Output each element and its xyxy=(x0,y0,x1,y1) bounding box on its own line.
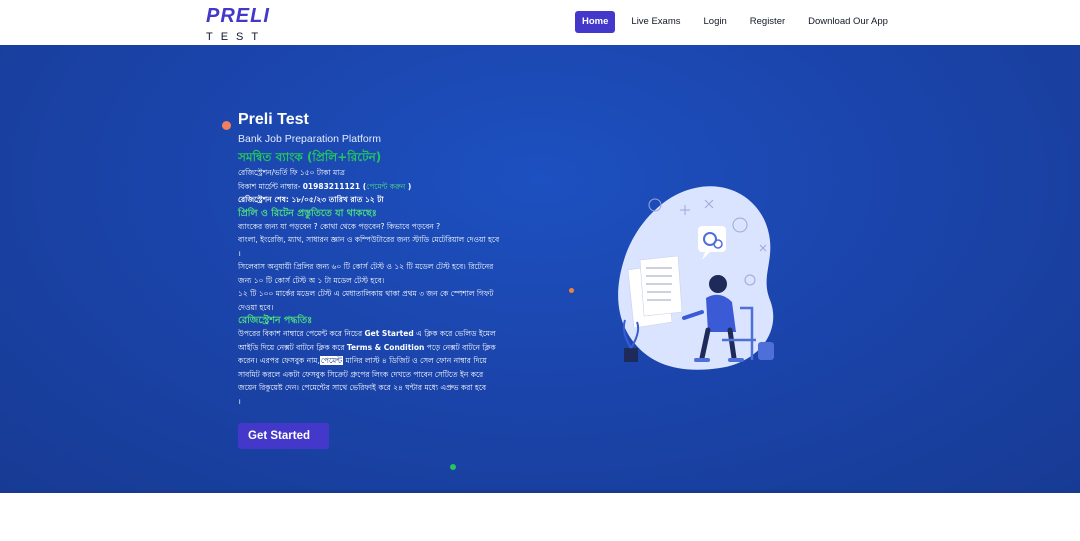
nav-home[interactable]: Home xyxy=(575,11,616,33)
includes-line: বাংলা, ইংরেজি, ম্যাথ, সাধারন জ্ঞান ও কম্… xyxy=(238,235,500,244)
deadline-line: রেজিস্ট্রেশন শেষ: ১৮/০৫/২৩ তারিখ রাত ১২ … xyxy=(238,195,384,204)
nav-register[interactable]: Register xyxy=(743,11,792,33)
process-line: সাবমিট করলে একটা ফেসবুক সিক্রেট গ্রুপের … xyxy=(238,369,484,379)
process-text: পড়ে নেক্সট বাটনে ক্লিক xyxy=(424,342,496,352)
process-text: করেন। এরপর ফেসবুক নাম, xyxy=(238,356,320,365)
nav-live-exams[interactable]: Live Exams xyxy=(624,11,687,33)
decor-dot-green xyxy=(450,464,456,470)
bkash-number: 01983211121 xyxy=(302,181,361,191)
nav-download-app[interactable]: Download Our App xyxy=(801,11,895,33)
includes-line: । xyxy=(238,248,241,258)
process-keyword: Terms & Condition xyxy=(346,342,425,352)
course-headline: সমন্বিত ব্যাংক (প্রিলি+রিটেন) xyxy=(238,150,382,164)
process-text: মানির লাস্ট ৪ ডিজিট ও সেল ফোন নাম্বার দি… xyxy=(343,356,487,365)
top-navbar: PRELI TEST Home Live Exams Login Registe… xyxy=(0,0,1080,45)
includes-line: জন্য ১০ টি কোর্স টেস্ট অ ১ টা মডেল টেস্ট… xyxy=(238,275,385,285)
backpack xyxy=(758,342,774,360)
page-subtitle: Bank Job Preparation Platform xyxy=(238,133,381,145)
includes-line: দেওয়া হবে। xyxy=(238,302,274,312)
process-line: আইডি দিয়ে নেক্সট বাটনে ক্লিক করে Terms … xyxy=(238,341,528,355)
pay-now-link[interactable]: পেমেন্ট করুন xyxy=(366,182,405,191)
process-text: এ ক্লিক করে ভেলিড ইমেল xyxy=(413,329,496,338)
fee-line: রেজিস্ট্রেশন/ভর্তি ফি ১৫০ টাকা মাত্র xyxy=(238,168,345,177)
logo-subtext: TEST xyxy=(206,31,267,43)
get-started-button[interactable]: Get Started xyxy=(238,423,329,449)
process-heading: রেজিস্ট্রেশন পদ্ধতিঃ xyxy=(238,315,313,326)
includes-line: ১২ টি ১০০ মার্কের মডেল টেস্ট এ মেধাতালিক… xyxy=(238,289,494,298)
process-highlight: পেমেন্ট xyxy=(319,356,344,365)
includes-line: সিলেবাস অনুযায়ী প্রিলির জন্য ৬০ টি কোর্… xyxy=(238,262,494,271)
process-line: । xyxy=(238,396,241,406)
process-text: উপরের বিকাশ নাম্বারে পেমেন্ট করে নিচের xyxy=(238,329,365,338)
decor-dot-orange xyxy=(222,121,231,130)
page-title: Preli Test xyxy=(238,111,309,128)
process-line: করেন। এরপর ফেসবুক নাম,পেমেন্ট মানির লাস্… xyxy=(238,354,528,368)
nav-links: Home Live Exams Login Register Download … xyxy=(575,11,904,33)
process-text: আইডি দিয়ে নেক্সট বাটনে ক্লিক করে xyxy=(238,342,347,352)
process-line: উপরের বিকাশ নাম্বারে পেমেন্ট করে নিচের G… xyxy=(238,327,528,341)
decor-dot-orange-small xyxy=(569,288,574,293)
logo[interactable]: PRELI TEST xyxy=(204,5,269,43)
nav-login[interactable]: Login xyxy=(697,11,734,33)
process-keyword: Get Started xyxy=(364,329,414,338)
bkash-close: ) xyxy=(405,181,412,191)
process-line: জয়েন রিকুয়েষ্ট দেন। পেমেন্টের সাথে ভের… xyxy=(238,383,487,392)
includes-heading: প্রিলি ও রিটেন প্রস্তুতিতে যা থাকছেঃ xyxy=(238,207,377,219)
hero-content: Preli Test Bank Job Preparation Platform… xyxy=(238,110,528,408)
bkash-line: বিকাশ মার্চেন্ট নাম্বার- 01983211121 (পে… xyxy=(238,180,528,194)
hero-section xyxy=(0,45,1080,492)
student-study-illustration xyxy=(618,186,774,370)
includes-line: ব্যাংকের জন্য যা পড়বেন ? কোথা থেকে পড়ব… xyxy=(238,221,441,231)
bkash-prefix: বিকাশ মার্চেন্ট নাম্বার- xyxy=(238,181,303,191)
hero-bottom-border xyxy=(0,490,1080,493)
logo-wordmark: PRELI xyxy=(206,5,270,27)
